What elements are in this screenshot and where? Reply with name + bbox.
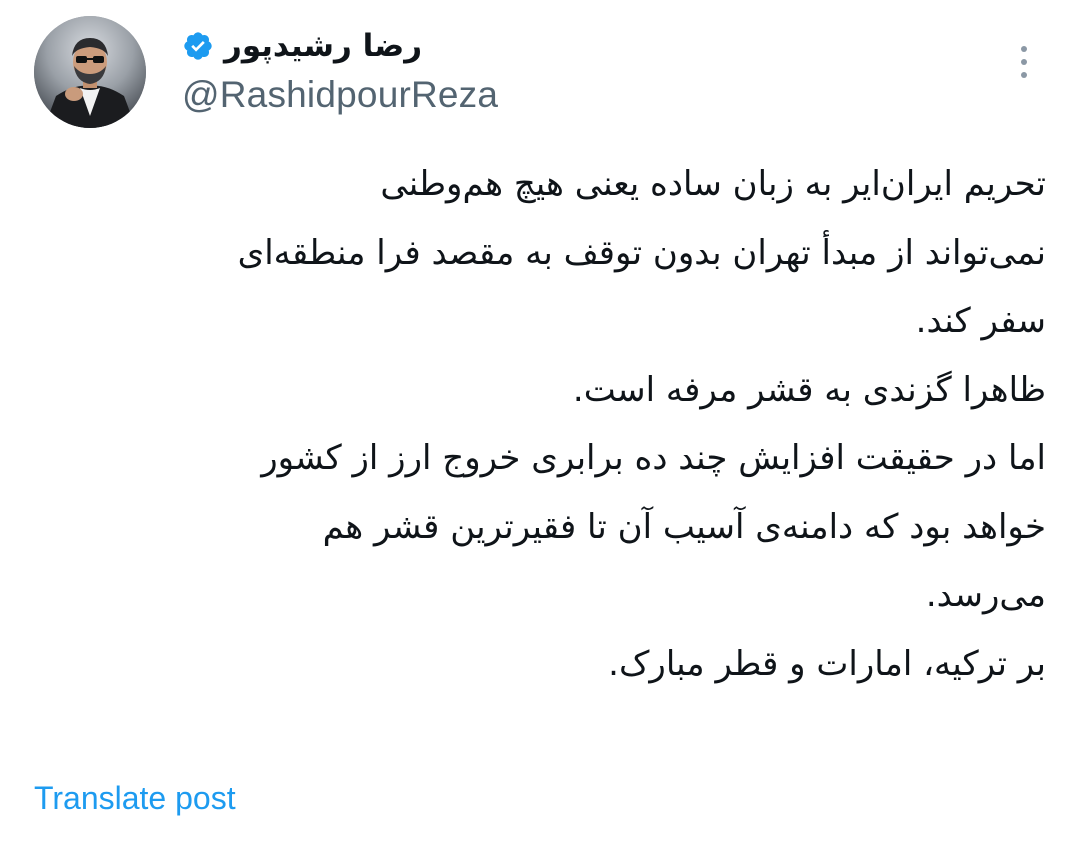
tweet-text-line: سفر کند. [915, 301, 1046, 341]
author-handle[interactable]: @RashidpourReza [182, 74, 498, 116]
tweet-text-line: خواهد بود که دامنه‌ی آسیب آن تا فقیرترین… [322, 506, 1046, 547]
author-display-name[interactable]: رضا رشیدپور [224, 28, 422, 64]
tweet-card: رضا رشیدپور @RashidpourReza تحریم ایران‌… [0, 0, 1080, 842]
tweet-text-line: بر ترکیه، امارات و قطر مبارک. [608, 643, 1046, 684]
profile-photo-icon [34, 16, 146, 128]
menu-dot [1021, 59, 1027, 65]
tweet-text-line: می‌رسد. [925, 575, 1046, 615]
more-vertical-icon[interactable] [1006, 40, 1042, 84]
menu-dot [1021, 46, 1027, 52]
menu-dot [1021, 72, 1027, 78]
verified-badge-icon [182, 30, 214, 62]
author-name-row: رضا رشیدپور [182, 24, 422, 68]
tweet-text-line: اما در حقیقت افزایش چند ده برابری خروج ا… [261, 438, 1046, 478]
tweet-text-line: نمی‌تواند از مبدأ تهران بدون توقف به مقص… [237, 232, 1046, 273]
author-avatar[interactable] [34, 16, 146, 128]
tweet-text-line: ظاهرا گزندی به قشر مرفه است. [572, 369, 1046, 410]
tweet-text-line: تحریم ایران‌ایر به زبان ساده یعنی هیچ هم… [380, 164, 1046, 204]
translate-post-link[interactable]: Translate post [34, 780, 236, 817]
tweet-text: تحریم ایران‌ایر به زبان ساده یعنی هیچ هم… [36, 150, 1046, 698]
